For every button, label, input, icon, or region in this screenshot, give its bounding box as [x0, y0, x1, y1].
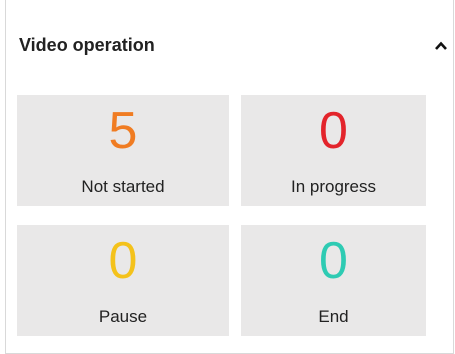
collapse-button[interactable]	[433, 38, 449, 54]
stat-value-end: 0	[319, 232, 348, 290]
stat-tile-not-started[interactable]: 5 Not started	[17, 95, 229, 206]
panel-title: Video operation	[19, 35, 155, 55]
stat-label-end: End	[318, 307, 349, 326]
video-operation-panel: Video operation 5 Not started 0 In progr…	[5, 0, 454, 354]
stat-tile-end[interactable]: 0 End	[241, 225, 426, 336]
stat-label-pause: Pause	[98, 307, 148, 326]
stat-label-in-progress: In progress	[290, 177, 377, 196]
chevron-up-icon	[435, 41, 447, 50]
panel-header: Video operation	[6, 0, 453, 80]
stat-value-pause: 0	[108, 232, 138, 290]
stat-label-not-started: Not started	[81, 177, 165, 196]
stat-tile-in-progress[interactable]: 0 In progress	[241, 95, 426, 206]
stat-value-not-started: 5	[108, 102, 138, 160]
stat-value-in-progress: 0	[319, 102, 348, 160]
stat-tile-pause[interactable]: 0 Pause	[17, 225, 229, 336]
